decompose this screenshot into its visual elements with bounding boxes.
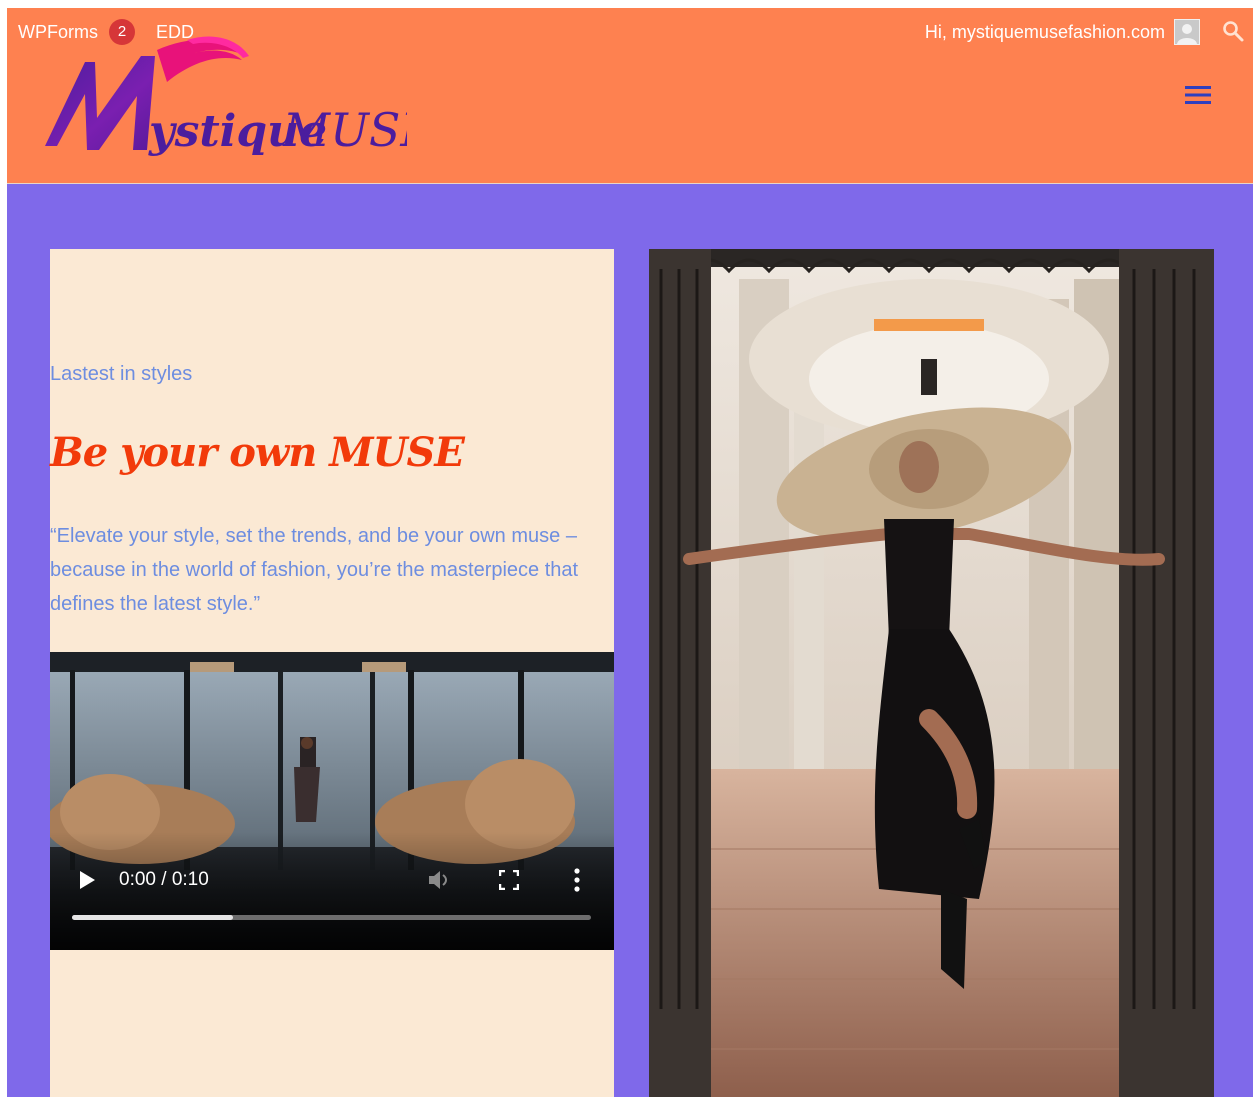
more-vertical-icon[interactable] <box>574 868 580 892</box>
site-header: WPForms 2 EDD Hi, mystiquemusefashion.co… <box>7 8 1253 184</box>
video-player[interactable]: 0:00 / 0:10 <box>50 652 614 950</box>
svg-text:MUSE: MUSE <box>282 103 407 157</box>
fullscreen-icon[interactable] <box>498 869 520 891</box>
hero-kicker: Lastest in styles <box>50 363 193 385</box>
hero-photo <box>649 249 1214 1097</box>
video-time-display: 0:00 / 0:10 <box>119 869 209 890</box>
hero-headline: Be your own MUSE <box>50 429 465 476</box>
admin-bar-greeting[interactable]: Hi, mystiquemusefashion.com <box>925 22 1165 43</box>
video-progress-bar[interactable] <box>72 915 591 920</box>
video-frame <box>50 652 614 950</box>
hero-quote: “Elevate your style, set the trends, and… <box>50 525 579 615</box>
site-logo[interactable]: ystique MUSE <box>37 34 434 164</box>
page-frame: WPForms 2 EDD Hi, mystiquemusefashion.co… <box>7 8 1253 1097</box>
user-avatar-icon[interactable] <box>1174 19 1200 45</box>
hamburger-menu-icon[interactable] <box>1185 84 1211 106</box>
play-icon[interactable] <box>78 870 96 890</box>
hero-text-panel: Lastest in styles Be your own MUSE “Elev… <box>50 249 614 1097</box>
volume-icon[interactable] <box>428 869 454 891</box>
search-icon[interactable] <box>1221 19 1245 43</box>
video-progress-fill <box>72 915 233 920</box>
